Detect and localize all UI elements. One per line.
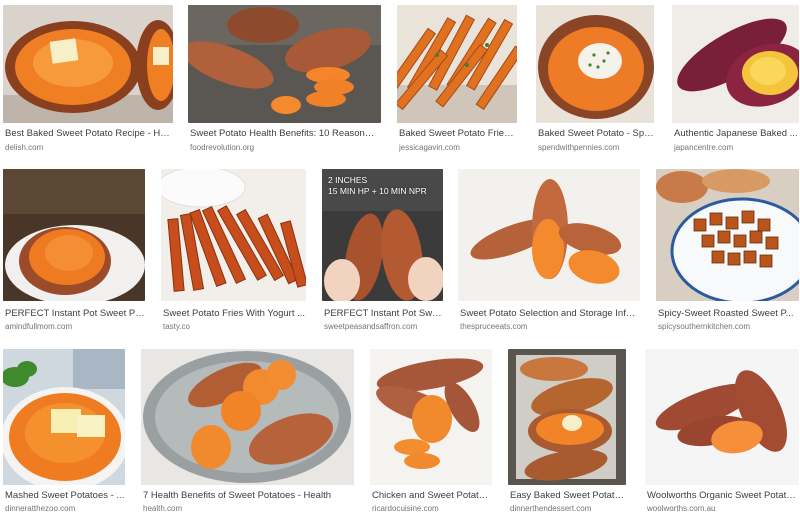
- result-source[interactable]: ricardocuisine.com: [372, 504, 492, 514]
- result-card[interactable]: Authentic Japanese Baked ... japancentre…: [672, 5, 799, 155]
- result-card[interactable]: Easy Baked Sweet Potato... dinnerthendes…: [508, 349, 626, 518]
- result-source[interactable]: delish.com: [5, 143, 171, 153]
- sweet-potato-selection-image: [458, 169, 640, 301]
- result-thumbnail[interactable]: [370, 349, 492, 485]
- result-title[interactable]: PERFECT Instant Pot Swe...: [324, 308, 443, 319]
- result-title[interactable]: Authentic Japanese Baked ...: [674, 128, 799, 139]
- result-card[interactable]: 2 INCHES 15 MIN HP + 10 MIN NPR PERFECT …: [322, 169, 443, 331]
- result-title[interactable]: PERFECT Instant Pot Sweet Pot...: [5, 308, 145, 319]
- result-title[interactable]: Chicken and Sweet Potato ...: [372, 490, 492, 501]
- whole-and-sliced-potatoes-image: [370, 349, 492, 485]
- result-source[interactable]: sweetpeasandsaffron.com: [324, 322, 443, 332]
- result-thumbnail[interactable]: [188, 5, 381, 123]
- result-title[interactable]: Best Baked Sweet Potato Recipe - Ho...: [5, 128, 171, 139]
- result-title[interactable]: Sweet Potato Health Benefits: 10 Reasons…: [190, 128, 379, 139]
- result-source[interactable]: amindfullmom.com: [5, 322, 145, 332]
- result-thumbnail[interactable]: [161, 169, 306, 301]
- fries-image: [397, 5, 517, 123]
- result-source[interactable]: spicysouthernkitchen.com: [658, 322, 799, 332]
- result-title[interactable]: Sweet Potato Fries With Yogurt ...: [163, 308, 306, 319]
- result-thumbnail[interactable]: [656, 169, 799, 301]
- result-thumbnail[interactable]: [3, 169, 145, 301]
- result-source[interactable]: japancentre.com: [674, 143, 799, 153]
- easy-baked-potatoes-image: [508, 349, 626, 485]
- result-title[interactable]: Baked Sweet Potato - Spe...: [538, 128, 654, 139]
- result-card[interactable]: Woolworths Organic Sweet Potato ... wool…: [645, 349, 799, 518]
- result-source[interactable]: thespruceeats.com: [460, 322, 640, 332]
- instant-pot-potato-image: [3, 169, 145, 301]
- japanese-sweet-potato-image: [672, 5, 799, 123]
- fries-yogurt-image: [161, 169, 306, 301]
- result-title[interactable]: Woolworths Organic Sweet Potato ...: [647, 490, 799, 501]
- result-title[interactable]: Mashed Sweet Potatoes - ...: [5, 490, 125, 501]
- result-card[interactable]: Chicken and Sweet Potato ... ricardocuis…: [370, 349, 492, 518]
- result-source[interactable]: dinneratthezoo.com: [5, 504, 125, 514]
- result-thumbnail[interactable]: [536, 5, 654, 123]
- result-source[interactable]: woolworths.com.au: [647, 504, 799, 514]
- result-source[interactable]: foodrevolution.org: [190, 143, 379, 153]
- result-thumbnail[interactable]: [397, 5, 517, 123]
- result-card[interactable]: Mashed Sweet Potatoes - ... dinneratthez…: [3, 349, 125, 518]
- result-source[interactable]: health.com: [143, 504, 354, 514]
- result-card[interactable]: Sweet Potato Selection and Storage Infor…: [458, 169, 640, 331]
- result-source[interactable]: tasty.co: [163, 322, 306, 332]
- result-thumbnail[interactable]: [458, 169, 640, 301]
- result-card[interactable]: Baked Sweet Potato - Spe... spendwithpen…: [536, 5, 654, 155]
- result-thumbnail[interactable]: [508, 349, 626, 485]
- stuffed-potato-image: [536, 5, 654, 123]
- raw-sweet-potatoes-image: [188, 5, 381, 123]
- result-title[interactable]: Easy Baked Sweet Potato...: [510, 490, 626, 501]
- organic-sweet-potato-image: [645, 349, 799, 485]
- potatoes-on-tray-image: [141, 349, 354, 485]
- result-thumbnail[interactable]: [3, 349, 125, 485]
- result-thumbnail[interactable]: [672, 5, 799, 123]
- result-card[interactable]: Baked Sweet Potato Fries ... jessicagavi…: [397, 5, 517, 155]
- result-title[interactable]: Baked Sweet Potato Fries ...: [399, 128, 517, 139]
- thumbnail-caption-line-2: 15 MIN HP + 10 MIN NPR: [328, 186, 427, 196]
- result-source[interactable]: spendwithpennies.com: [538, 143, 654, 153]
- result-card[interactable]: Sweet Potato Fries With Yogurt ... tasty…: [161, 169, 306, 331]
- result-source[interactable]: dinnerthendessert.com: [510, 504, 626, 514]
- baked-potato-image: [3, 5, 173, 123]
- result-card[interactable]: Best Baked Sweet Potato Recipe - Ho... d…: [3, 5, 173, 155]
- result-card[interactable]: Sweet Potato Health Benefits: 10 Reasons…: [188, 5, 381, 155]
- result-card[interactable]: Spicy-Sweet Roasted Sweet P... spicysout…: [656, 169, 799, 331]
- roasted-sweet-potato-bowl-image: [656, 169, 799, 301]
- thumbnail-caption-line-1: 2 INCHES: [328, 175, 368, 185]
- result-source[interactable]: jessicagavin.com: [399, 143, 517, 153]
- result-title[interactable]: Spicy-Sweet Roasted Sweet P...: [658, 308, 799, 319]
- result-thumbnail[interactable]: [141, 349, 354, 485]
- result-card[interactable]: PERFECT Instant Pot Sweet Pot... amindfu…: [3, 169, 145, 331]
- result-title[interactable]: 7 Health Benefits of Sweet Potatoes - He…: [143, 490, 354, 501]
- result-card[interactable]: 7 Health Benefits of Sweet Potatoes - He…: [141, 349, 354, 518]
- mashed-sweet-potatoes-image: [3, 349, 125, 485]
- result-thumbnail[interactable]: [645, 349, 799, 485]
- result-title[interactable]: Sweet Potato Selection and Storage Infor…: [460, 308, 640, 319]
- result-thumbnail[interactable]: [3, 5, 173, 123]
